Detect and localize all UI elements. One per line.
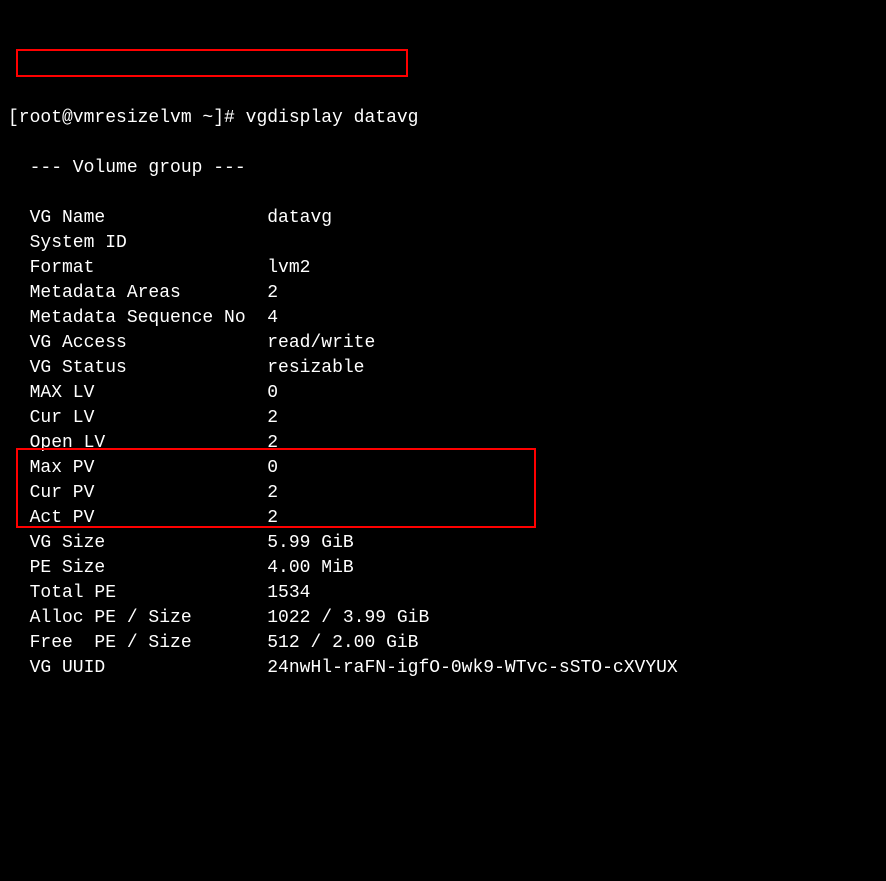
field-value: 2 — [256, 431, 278, 456]
field-value: 1534 — [256, 581, 310, 606]
field-label: Total PE — [8, 581, 256, 606]
field-label: Open LV — [8, 431, 256, 456]
output-row: Cur LV 2 — [8, 406, 886, 431]
output-row: Metadata Sequence No 4 — [8, 306, 886, 331]
shell-prompt: [root@vmresizelvm ~]# — [8, 108, 246, 128]
output-row: Open LV 2 — [8, 431, 886, 456]
field-label: PE Size — [8, 556, 256, 581]
field-value: 2 — [256, 406, 278, 431]
field-value: 4.00 MiB — [256, 556, 353, 581]
field-value: 0 — [256, 456, 278, 481]
output-row: PE Size 4.00 MiB — [8, 556, 886, 581]
field-value: read/write — [256, 331, 375, 356]
output-row: Act PV 2 — [8, 506, 886, 531]
field-value: 0 — [256, 381, 278, 406]
field-value: 512 / 2.00 GiB — [256, 631, 418, 656]
output-header: --- Volume group --- — [8, 156, 886, 181]
output-row: Max PV 0 — [8, 456, 886, 481]
output-row: Total PE 1534 — [8, 581, 886, 606]
typed-command: vgdisplay datavg — [246, 108, 419, 128]
output-row: VG Status resizable — [8, 356, 886, 381]
field-label: MAX LV — [8, 381, 256, 406]
field-label: Alloc PE / Size — [8, 606, 256, 631]
field-value: 24nwHl-raFN-igfO-0wk9-WTvc-sSTO-cXVYUX — [256, 656, 677, 681]
field-value: 2 — [256, 506, 278, 531]
command-line[interactable]: [root@vmresizelvm ~]# vgdisplay datavg — [8, 106, 886, 131]
field-label: VG Name — [8, 206, 256, 231]
output-row: VG UUID 24nwHl-raFN-igfO-0wk9-WTvc-sSTO-… — [8, 656, 886, 681]
output-row: System ID — [8, 231, 886, 256]
field-label: Metadata Areas — [8, 281, 256, 306]
output-row: VG Access read/write — [8, 331, 886, 356]
field-value: 2 — [256, 481, 278, 506]
field-label: VG Status — [8, 356, 256, 381]
output-row: Cur PV 2 — [8, 481, 886, 506]
field-label: Cur PV — [8, 481, 256, 506]
output-row: MAX LV 0 — [8, 381, 886, 406]
output-body: VG Name datavg System ID Format lvm2 Met… — [8, 206, 886, 681]
field-label: VG UUID — [8, 656, 256, 681]
field-label: Cur LV — [8, 406, 256, 431]
field-value: 4 — [256, 306, 278, 331]
field-label: Act PV — [8, 506, 256, 531]
output-row: VG Name datavg — [8, 206, 886, 231]
field-label: VG Access — [8, 331, 256, 356]
output-row: Format lvm2 — [8, 256, 886, 281]
field-label: Metadata Sequence No — [8, 306, 256, 331]
field-value: 1022 / 3.99 GiB — [256, 606, 429, 631]
output-row: Alloc PE / Size 1022 / 3.99 GiB — [8, 606, 886, 631]
highlight-box-vgname — [16, 49, 408, 77]
output-row: Metadata Areas 2 — [8, 281, 886, 306]
field-label: Free PE / Size — [8, 631, 256, 656]
field-value: resizable — [256, 356, 364, 381]
field-label: System ID — [8, 231, 256, 256]
field-label: Format — [8, 256, 256, 281]
field-label: Max PV — [8, 456, 256, 481]
field-value: datavg — [256, 206, 332, 231]
output-row: Free PE / Size 512 / 2.00 GiB — [8, 631, 886, 656]
field-value: lvm2 — [256, 256, 310, 281]
field-value: 2 — [256, 281, 278, 306]
